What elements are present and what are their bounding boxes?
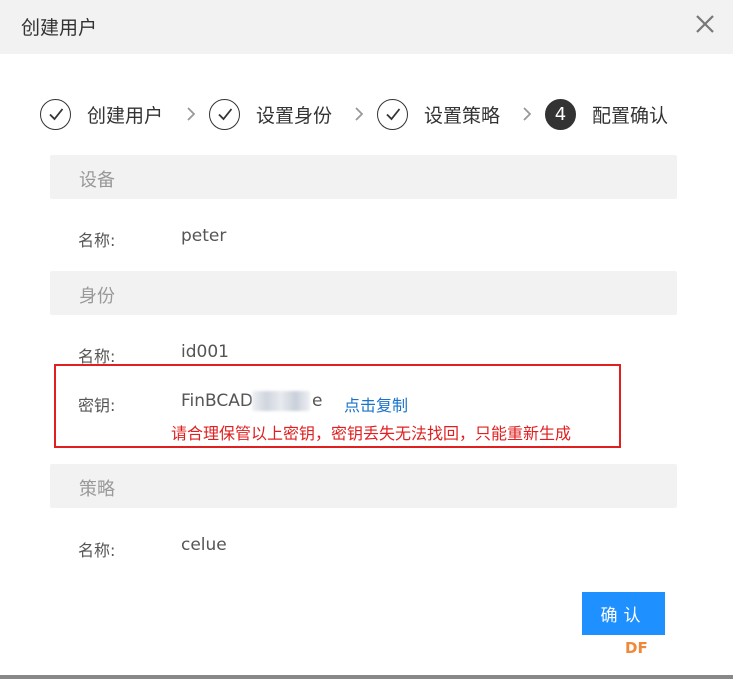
step-label: 设置策略 xyxy=(424,104,501,127)
section-title: 策略 xyxy=(79,479,115,500)
section-title: 设备 xyxy=(79,170,115,191)
identity-name-value: id001 xyxy=(181,342,229,362)
step-label: 设置身份 xyxy=(256,104,333,127)
device-name-label: 名称: xyxy=(78,231,116,250)
section-identity-header: 身份 xyxy=(50,271,677,315)
section-title: 身份 xyxy=(79,286,115,307)
step-number-badge: 4 xyxy=(545,98,576,130)
chevron-right-icon xyxy=(185,106,197,122)
watermark-logo: DF xyxy=(625,639,648,657)
step-set-identity: 设置身份 xyxy=(209,96,332,132)
device-name-value: peter xyxy=(181,226,227,246)
copy-key-link[interactable]: 点击复制 xyxy=(344,392,408,416)
section-device-header: 设备 xyxy=(50,155,677,199)
step-set-policy: 设置策略 xyxy=(377,96,500,132)
chevron-right-icon xyxy=(521,106,533,122)
step-indicator: 创建用户 设置身份 设置策略 4 配置确认 xyxy=(40,96,700,132)
policy-name-label: 名称: xyxy=(78,541,116,560)
bottom-divider xyxy=(0,675,733,679)
identity-key-value: FinBCAD xyxy=(181,391,253,411)
check-icon xyxy=(40,98,71,130)
chevron-right-icon xyxy=(353,106,365,122)
key-warning-text: 请合理保管以上密钥，密钥丢失无法找回，只能重新生成 xyxy=(171,424,572,443)
dialog-header: 创建用户 xyxy=(0,0,733,54)
step-label: 创建用户 xyxy=(87,104,164,127)
confirm-button[interactable]: 确认 xyxy=(582,592,665,635)
step-confirm-config: 4 配置确认 xyxy=(545,96,668,132)
check-icon xyxy=(209,98,240,130)
identity-key-tail: e xyxy=(312,391,323,411)
check-icon xyxy=(377,98,408,130)
identity-key-label: 密钥: xyxy=(78,396,116,415)
step-label: 配置确认 xyxy=(592,104,669,127)
section-policy-header: 策略 xyxy=(50,464,677,508)
step-create-user: 创建用户 xyxy=(40,96,163,132)
key-redaction-mask xyxy=(252,391,310,411)
dialog-title: 创建用户 xyxy=(21,17,98,39)
close-icon[interactable] xyxy=(693,12,717,36)
policy-name-value: celue xyxy=(181,535,227,555)
